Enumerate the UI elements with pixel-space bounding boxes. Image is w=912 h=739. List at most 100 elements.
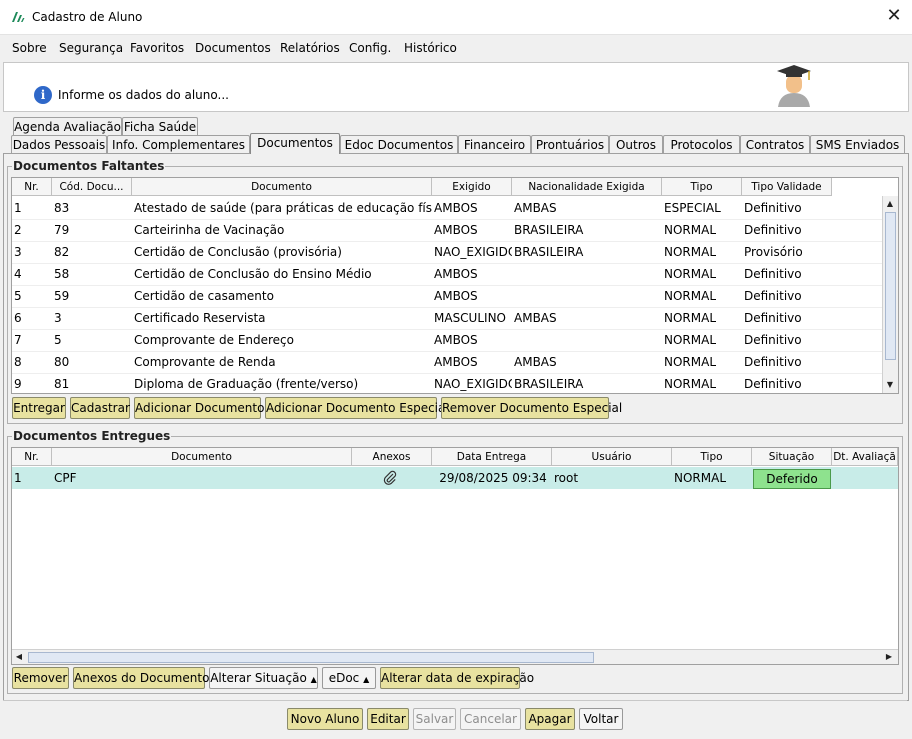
tab-agenda-avaliacao[interactable]: Agenda Avaliação [13,117,122,136]
window-title: Cadastro de Aluno [32,10,143,24]
table-cell: AMBAS [514,355,557,369]
cadastrar-button[interactable]: Cadastrar [70,397,130,419]
cancelar-button[interactable]: Cancelar [460,708,521,730]
menu-favoritos[interactable]: Favoritos [130,41,184,55]
header-message: Informe os dados do aluno... [58,88,229,102]
col-header-exigido[interactable]: Exigido [432,178,512,196]
menu-config[interactable]: Config. [349,41,391,55]
table-cell: AMBOS [434,333,478,347]
col-header-data-entrega[interactable]: Data Entrega [432,448,552,466]
table-cell: Definitivo [744,267,802,281]
table-cell: Atestado de saúde (para práticas de educ… [134,201,432,215]
tab-protocolos[interactable]: Protocolos [663,135,740,154]
tab-info-complementares[interactable]: Info. Complementares [107,135,250,154]
faltantes-table[interactable]: Nr. Cód. Docu... Documento Exigido Nacio… [11,177,899,394]
table-cell: Provisório [744,245,803,259]
table-cell: 3 [14,245,22,259]
col-header-tipo[interactable]: Tipo [662,178,742,196]
table-cell: 8 [14,355,22,369]
entregues-scroll-thumb[interactable] [28,652,594,663]
menu-sobre[interactable]: Sobre [12,41,47,55]
table-cell: ESPECIAL [664,201,721,215]
col-header-anexos[interactable]: Anexos [352,448,432,466]
adicionar-documento-button[interactable]: Adicionar Documento [134,397,264,419]
tab-outros[interactable]: Outros [609,135,663,154]
table-cell: Certidão de Conclusão (provisória) [134,245,342,259]
anexos-do-documento-button[interactable]: Anexos do Documento [73,667,209,689]
table-cell: BRASILEIRA [514,223,584,237]
table-cell: Certidão de Conclusão do Ensino Médio [134,267,372,281]
entregar-button[interactable]: Entregar [12,397,66,419]
tab-ficha-saude[interactable]: Ficha Saúde [122,117,198,136]
tab-financeiro[interactable]: Financeiro [458,135,531,154]
scroll-up-icon[interactable]: ▲ [883,198,897,210]
table-cell: Certificado Reservista [134,311,266,325]
chevron-up-icon: ▲ [363,675,370,684]
table-cell: 3 [54,311,62,325]
table-cell: Definitivo [744,333,802,347]
table-cell: Definitivo [744,289,802,303]
remover-button[interactable]: Remover [12,667,69,689]
table-cell: NORMAL [664,289,717,303]
paperclip-icon[interactable] [382,470,398,486]
remover-documento-especial-button[interactable]: Remover Documento Especial [441,397,622,419]
table-cell [512,285,662,307]
table-cell: 5 [14,289,22,303]
table-cell [512,329,662,351]
novo-aluno-button[interactable]: Novo Aluno [287,708,363,730]
table-cell: 58 [54,267,70,281]
tab-documentos[interactable]: Documentos [250,133,340,154]
editar-button[interactable]: Editar [367,708,409,730]
faltantes-vscrollbar[interactable]: ▲ ▼ [882,196,898,393]
apagar-button[interactable]: Apagar [525,708,575,730]
table-cell: Certidão de casamento [134,289,274,303]
adicionar-documento-especial-button[interactable]: Adicionar Documento Especial [265,397,449,419]
col-header-dt-avaliacao[interactable]: Dt. Avaliaçã [832,448,898,466]
tab-prontuarios[interactable]: Prontuários [531,135,609,154]
menu-historico[interactable]: Histórico [404,41,457,55]
col-header-nr[interactable]: Nr. [12,178,52,196]
salvar-button[interactable]: Salvar [413,708,456,730]
col-header-tipo-validade[interactable]: Tipo Validade [742,178,832,196]
col-header-situacao[interactable]: Situação [752,448,832,466]
voltar-button[interactable]: Voltar [579,708,623,730]
tab-dados-pessoais[interactable]: Dados Pessoais [11,135,107,154]
cell-usuario: root [554,471,579,485]
cell-documento: CPF [54,471,77,485]
table-cell: 4 [14,267,22,281]
entregues-table[interactable]: Nr. Documento Anexos Data Entrega Usuári… [11,447,899,665]
menu-seguranca[interactable]: Segurança [59,41,123,55]
tab-contratos[interactable]: Contratos [740,135,810,154]
table-cell: Definitivo [744,355,802,369]
tab-edoc-documentos[interactable]: Edoc Documentos [340,135,458,154]
col-header-cod-doc[interactable]: Cód. Docu... [52,178,132,196]
col-header-documento[interactable]: Documento [132,178,432,196]
col-header-tipo[interactable]: Tipo [672,448,752,466]
table-cell: Definitivo [744,201,802,215]
table-cell: Carteirinha de Vacinação [134,223,285,237]
edoc-button[interactable]: eDoc ▲ [322,667,376,689]
cell-nr: 1 [14,471,22,485]
table-cell: Comprovante de Endereço [134,333,294,347]
table-cell: AMBOS [434,267,478,281]
faltantes-scroll-thumb[interactable] [885,212,896,360]
alterar-data-expiracao-button[interactable]: Alterar data de expiração [380,667,534,689]
col-header-documento[interactable]: Documento [52,448,352,466]
scroll-left-icon[interactable]: ◀ [12,651,26,663]
edoc-label: eDoc [328,671,360,685]
alterar-situacao-button[interactable]: Alterar Situação ▲ [209,667,318,689]
col-header-nr[interactable]: Nr. [12,448,52,466]
table-cell: NORMAL [664,245,717,259]
col-header-nacionalidade[interactable]: Nacionalidade Exigida [512,178,662,196]
scroll-down-icon[interactable]: ▼ [883,379,897,391]
entregues-hscrollbar[interactable]: ◀ ▶ [12,649,898,664]
tab-sms-enviados[interactable]: SMS Enviados [810,135,905,154]
table-cell: NORMAL [664,223,717,237]
menu-documentos[interactable]: Documentos [195,41,271,55]
table-cell: 80 [54,355,70,369]
close-icon[interactable]: ✕ [884,6,904,26]
info-icon: i [34,86,52,104]
menu-relatorios[interactable]: Relatórios [280,41,340,55]
scroll-right-icon[interactable]: ▶ [882,651,896,663]
col-header-usuario[interactable]: Usuário [552,448,672,466]
